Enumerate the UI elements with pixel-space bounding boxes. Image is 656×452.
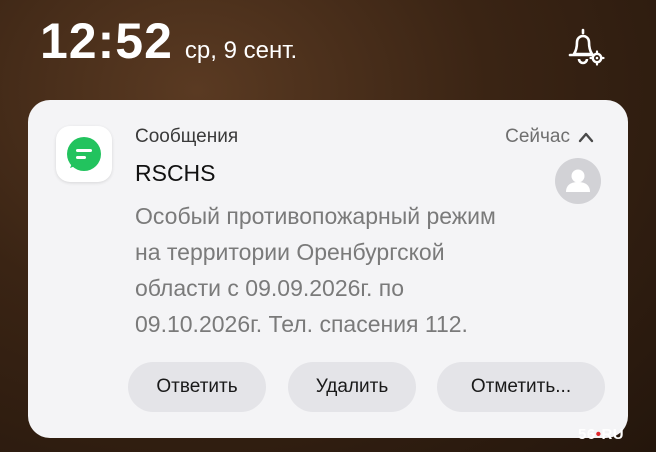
chevron-up-icon[interactable]: [578, 131, 594, 143]
date: ср, 9 сент.: [184, 37, 298, 64]
time-label: Сейчас: [505, 126, 570, 147]
mark-button[interactable]: Отметить...: [437, 362, 605, 412]
message-line: Особый противопожарный режим: [135, 203, 496, 229]
watermark-left: 56: [578, 426, 596, 443]
delete-button[interactable]: Удалить: [288, 362, 416, 412]
contact-avatar-icon: [555, 158, 601, 204]
notification-time[interactable]: Сейчас: [505, 126, 594, 148]
clock: 12:52: [40, 13, 173, 69]
message-body: Особый противопожарный режим на территор…: [135, 198, 535, 342]
watermark-logo: 56•RU: [578, 426, 624, 443]
reply-button[interactable]: Ответить: [128, 362, 266, 412]
message-line: на территории Оренбургской: [135, 239, 445, 265]
watermark-right: RU: [601, 426, 625, 443]
messages-app-icon: [56, 126, 112, 182]
notification-settings-bell-icon[interactable]: [563, 26, 609, 70]
sender-name: RSCHS: [135, 160, 216, 186]
notification-card[interactable]: Сообщения Сейчас RSCHS Особый противопож…: [28, 100, 628, 438]
status-bar: 12:52 ср, 9 сент.: [40, 12, 297, 70]
message-line: 09.10.2026г. Тел. спасения 112.: [135, 311, 468, 337]
app-name: Сообщения: [135, 126, 239, 147]
message-line: области с 09.09.2026г. по: [135, 275, 405, 301]
